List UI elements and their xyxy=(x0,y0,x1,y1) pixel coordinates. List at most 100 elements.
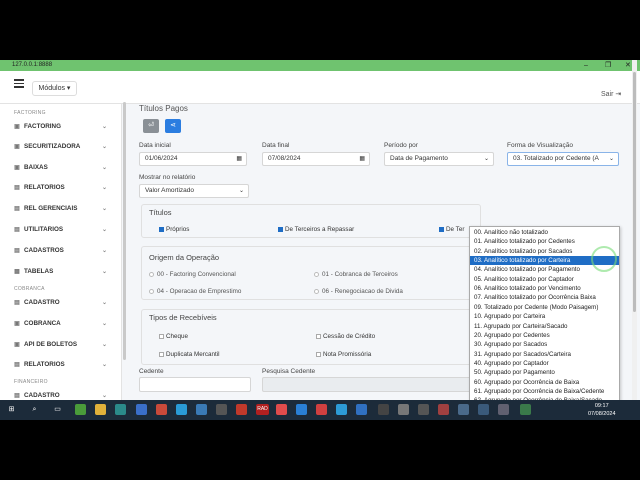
dropdown-option[interactable]: 20. Agrupado por Cedentes xyxy=(470,331,619,340)
mostrar-select[interactable]: Valor Amortizado ⌄ xyxy=(139,184,249,198)
app-icon[interactable] xyxy=(115,404,126,415)
titulos-panel: Títulos Próprios De Terceiros a Repassar… xyxy=(141,204,481,238)
page-scrollbar[interactable] xyxy=(632,60,637,420)
system-clock[interactable]: 09:17 07/08/2024 xyxy=(588,402,616,418)
sidebar-item-tabelas[interactable]: ▦ TABELAS ⌄ xyxy=(13,266,113,278)
duplicata-checkbox[interactable]: Duplicata Mercantil xyxy=(159,351,220,358)
hamburger-menu-icon[interactable] xyxy=(14,79,24,88)
dropdown-option[interactable]: 30. Agrupado por Sacados xyxy=(470,340,619,349)
app-icon[interactable] xyxy=(156,404,167,415)
chevron-down-icon: ⌄ xyxy=(101,269,107,275)
app-icon[interactable] xyxy=(498,404,509,415)
dropdown-option[interactable]: 05. Analítico totalizado por Captador xyxy=(470,275,619,284)
dropdown-option[interactable]: 60. Agrupado por Ocorrência de Baixa xyxy=(470,378,619,387)
file-explorer-icon[interactable] xyxy=(95,404,106,415)
sidebar-item-relatorios-cobranca[interactable]: ▤ RELATORIOS ⌄ xyxy=(13,359,113,371)
origem-option[interactable]: 06 - Renegociacao de Divida xyxy=(314,288,403,295)
data-final-label: Data final xyxy=(262,142,290,149)
cessao-checkbox[interactable]: Cessão de Crédito xyxy=(316,333,375,340)
calendar-icon[interactable]: ▦ xyxy=(236,153,242,165)
app-icon[interactable] xyxy=(75,404,86,415)
edge-icon[interactable] xyxy=(336,404,347,415)
chevron-down-icon: ⌄ xyxy=(483,156,489,162)
sidebar-item-api-boletos[interactable]: ▣ API DE BOLETOS ⌄ xyxy=(13,339,113,351)
data-inicial-input[interactable]: 01/06/2024 ▦ xyxy=(139,152,247,166)
origem-option[interactable]: 01 - Cobranca de Terceiros xyxy=(314,271,398,278)
app-icon[interactable] xyxy=(196,404,207,415)
cursor-highlight xyxy=(591,246,617,272)
dropdown-option[interactable]: 00. Analítico não totalizado xyxy=(470,228,619,237)
chevron-down-icon: ⌄ xyxy=(101,185,107,191)
dropdown-option[interactable]: 31. Agrupado por Sacados/Carteira xyxy=(470,350,619,359)
sidebar-item-baixas[interactable]: ▣ BAIXAS ⌄ xyxy=(13,162,113,174)
terceiros-checkbox[interactable]: De Ter xyxy=(439,226,464,233)
maximize-icon[interactable]: ❐ xyxy=(605,60,611,71)
recebiveis-title: Tipos de Recebíveis xyxy=(149,313,217,322)
dropdown-option[interactable]: 61. Agrupado por Ocorrência de Baixa/Ced… xyxy=(470,387,619,396)
search-icon[interactable]: ⌕ xyxy=(29,404,40,415)
app-icon[interactable] xyxy=(520,404,531,415)
sidebar-item-cadastro[interactable]: ▤ CADASTRO ⌄ xyxy=(13,297,113,309)
calendar-icon[interactable]: ▦ xyxy=(359,153,365,165)
task-view-icon[interactable]: ▭ xyxy=(52,404,63,415)
app-icon[interactable] xyxy=(418,404,429,415)
sidebar-scrollbar[interactable] xyxy=(123,102,126,360)
app-icon[interactable] xyxy=(378,404,389,415)
back-icon: ⏎ xyxy=(148,122,154,129)
sidebar-item-utilitarios[interactable]: ▤ UTILITARIOS ⌄ xyxy=(13,224,113,236)
terminal-icon[interactable] xyxy=(216,404,227,415)
forma-select[interactable]: 03. Totalizado por Cedente (A ⌄ xyxy=(507,152,619,166)
vscode-icon[interactable] xyxy=(296,404,307,415)
proprios-checkbox[interactable]: Próprios xyxy=(159,226,189,233)
app-icon[interactable] xyxy=(356,404,367,415)
close-icon[interactable]: ✕ xyxy=(625,60,631,71)
windows-start-icon[interactable]: ⊞ xyxy=(6,404,17,415)
app-icon[interactable] xyxy=(316,404,327,415)
cedente-input[interactable] xyxy=(139,377,251,392)
folder-icon: ▣ xyxy=(14,124,20,130)
dropdown-option[interactable]: 01. Analítico totalizado por Cedentes xyxy=(470,237,619,246)
share-button[interactable]: ⋖ xyxy=(165,119,181,133)
sidebar-item-factoring[interactable]: ▣ FACTORING ⌄ xyxy=(13,121,113,133)
sidebar-section-factoring: FACTORING xyxy=(14,110,46,116)
dropdown-option[interactable]: 07. Analítico totalizado por Ocorrência … xyxy=(470,293,619,302)
origem-panel: Origem da Operação 00 - Factoring Conven… xyxy=(141,246,481,300)
page-title: Títulos Pagos xyxy=(139,104,188,113)
tools-icon: ▤ xyxy=(14,227,20,233)
periodo-select[interactable]: Data de Pagamento ⌄ xyxy=(384,152,494,166)
back-button[interactable]: ⏎ xyxy=(143,119,159,133)
minimize-icon[interactable]: – xyxy=(584,60,588,71)
dropdown-option[interactable]: 50. Agrupado por Pagamento xyxy=(470,368,619,377)
sidebar-item-cobranca[interactable]: ▣ COBRANCA ⌄ xyxy=(13,318,113,330)
dropdown-option[interactable]: 11. Agrupado por Carteira/Sacado xyxy=(470,322,619,331)
app-icon[interactable] xyxy=(136,404,147,415)
dropdown-option[interactable]: 06. Analítico totalizado por Vencimento xyxy=(470,284,619,293)
app-icon[interactable]: RAD xyxy=(256,404,269,415)
app-icon[interactable] xyxy=(438,404,449,415)
dropdown-option[interactable]: 10. Agrupado por Carteira xyxy=(470,312,619,321)
app-icon[interactable] xyxy=(458,404,469,415)
sidebar-item-securitizadora[interactable]: ▣ SECURITIZADORA ⌄ xyxy=(13,141,113,153)
sidebar-item-rel-gerenciais[interactable]: ▤ REL GERENCIAIS ⌄ xyxy=(13,203,113,215)
cheque-checkbox[interactable]: Cheque xyxy=(159,333,188,340)
dropdown-option[interactable]: 09. Totalizado por Cedente (Modo Paisage… xyxy=(470,303,619,312)
pesquisa-cedente-input[interactable] xyxy=(262,377,480,392)
app-icon[interactable] xyxy=(276,404,287,415)
sidebar-item-relatorios[interactable]: ▤ RELATORIOS ⌄ xyxy=(13,182,113,194)
dropdown-option[interactable]: 40. Agrupado por Captador xyxy=(470,359,619,368)
sidebar-item-cadastros[interactable]: ▤ CADASTROS ⌄ xyxy=(13,245,113,257)
modules-button[interactable]: Módulos ▾ xyxy=(32,81,77,96)
data-final-input[interactable]: 07/08/2024 ▦ xyxy=(262,152,370,166)
terceiros-repassar-checkbox[interactable]: De Terceiros a Repassar xyxy=(278,226,354,233)
data-inicial-label: Data inicial xyxy=(139,142,171,149)
origem-option[interactable]: 04 - Operacao de Emprestimo xyxy=(149,288,241,295)
origem-option[interactable]: 00 - Factoring Convencional xyxy=(149,271,236,278)
telegram-icon[interactable] xyxy=(176,404,187,415)
app-icon[interactable] xyxy=(236,404,247,415)
settings-icon[interactable] xyxy=(398,404,409,415)
promissoria-checkbox[interactable]: Nota Promissória xyxy=(316,351,371,358)
app-icon[interactable] xyxy=(478,404,489,415)
scrollbar-thumb[interactable] xyxy=(633,72,636,312)
data-final-value: 07/08/2024 xyxy=(268,155,301,162)
logout-link[interactable]: Sair ⇥ xyxy=(601,90,621,98)
